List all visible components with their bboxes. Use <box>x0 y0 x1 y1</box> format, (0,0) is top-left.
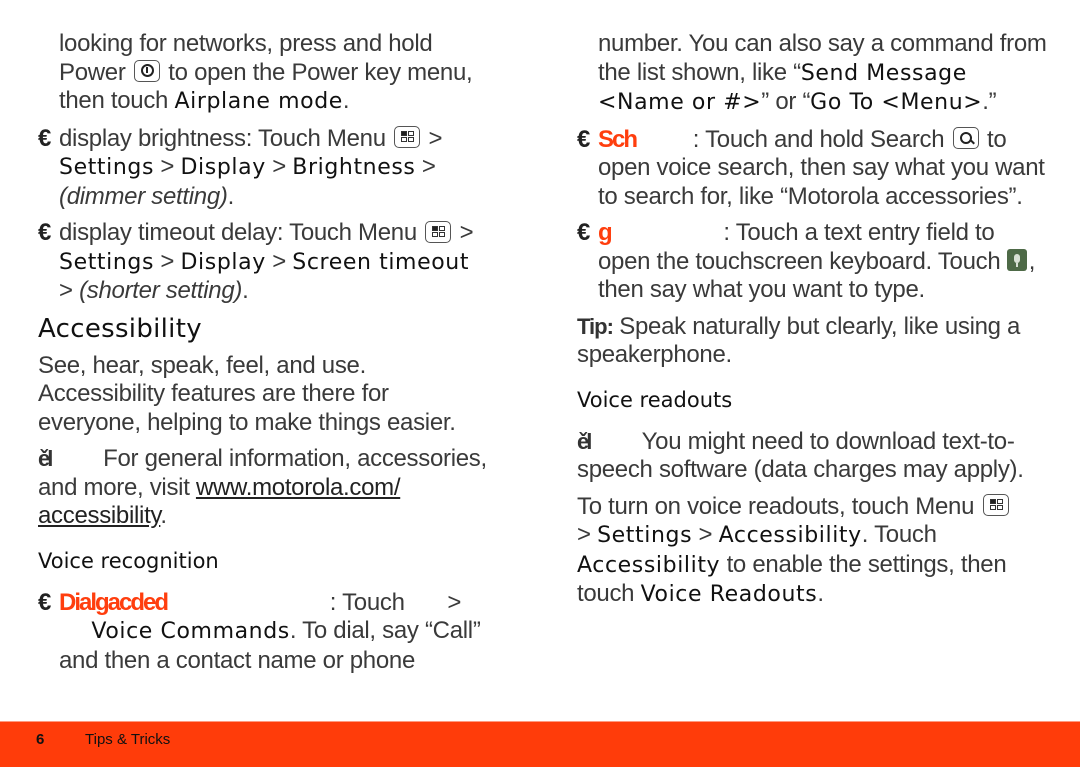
page-footer: 6 Tips & Tricks <box>0 721 1080 767</box>
bullet-voice-search: € Sch : Touch and hold Search to open vo… <box>577 126 1047 212</box>
footer-section-title: Tips & Tricks <box>85 731 171 748</box>
power-key-icon <box>133 60 160 83</box>
menu-key-icon <box>394 126 421 149</box>
search-key-icon <box>952 127 979 150</box>
path-settings: Settings <box>59 155 155 180</box>
menu-key-icon <box>982 494 1009 517</box>
separator: > <box>160 153 175 180</box>
note-paragraph: ěl For general information, accessories,… <box>38 445 487 529</box>
text: display brightness: Touch Menu <box>59 124 386 152</box>
separator: > <box>272 153 286 180</box>
path-display: Display <box>180 155 266 180</box>
menu-key-icon <box>425 220 452 243</box>
note-label: ěl <box>577 428 592 454</box>
path-settings: Settings <box>59 249 155 275</box>
text: then touch <box>59 87 169 114</box>
airplane-mode-label: Airplane mode <box>174 89 343 114</box>
separator: > <box>59 277 73 304</box>
bullet-display-timeout: € display timeout delay: Touch Menu > Se… <box>38 219 474 304</box>
airplane-paragraph: looking for networks, press and hold Pow… <box>59 30 473 114</box>
separator: > <box>272 247 286 275</box>
note-label: ěl <box>38 446 53 471</box>
accessibility-option: Accessibility <box>577 552 721 578</box>
bullet-voice-text-entry: € g : Touch a text entry field to open t… <box>577 219 1047 305</box>
separator: > <box>698 521 713 548</box>
separator: > <box>447 588 462 616</box>
tip-paragraph: Tip: Speak naturally but clearly, like u… <box>577 313 1047 370</box>
text: ” or “ <box>761 88 811 115</box>
text: : Touch a text entry field to open the t… <box>598 219 1001 275</box>
voice-search-label: Sch <box>598 125 638 153</box>
page-number: 6 <box>36 731 45 748</box>
setting-hint: (dimmer setting) <box>59 182 228 210</box>
text: : Touch <box>329 588 405 616</box>
bullet-icon: € <box>577 125 591 153</box>
text: You might need to download text-to-speec… <box>577 427 1024 484</box>
text: : Touch and hold Search <box>692 125 945 153</box>
text: Speak naturally but clearly, like using … <box>577 312 1021 369</box>
bullet-icon: € <box>577 219 591 246</box>
path-screen-timeout: Screen timeout <box>292 249 470 275</box>
voice-commands-label: Voice Commands <box>91 619 290 644</box>
note-paragraph: ěl You might need to download text-to-sp… <box>577 428 1047 485</box>
left-column: looking for networks, press and hold Pow… <box>38 30 518 683</box>
separator: > <box>459 219 474 246</box>
text: . Touch <box>861 521 937 548</box>
separator: > <box>577 521 591 548</box>
text: .” <box>982 88 997 115</box>
voice-recognition-title: Voice recognition <box>38 548 219 573</box>
text: Power <box>59 58 126 86</box>
text: looking for networks, press and hold <box>59 30 433 57</box>
go-to-command: Go To <Menu> <box>810 90 983 115</box>
path-accessibility: Accessibility <box>718 523 862 548</box>
voice-readouts-title: Voice readouts <box>577 387 733 412</box>
voice-text-entry-label: g <box>598 219 613 246</box>
text: To turn on voice readouts, touch Menu <box>577 492 975 520</box>
text: . <box>817 580 824 607</box>
tip-label: Tip: <box>577 313 614 339</box>
microphone-icon <box>1006 249 1027 272</box>
separator: > <box>160 247 175 275</box>
section-title: Accessibility <box>38 313 202 344</box>
intro-paragraph: See, hear, speak, feel, and use. Accessi… <box>38 351 456 436</box>
commands-paragraph: number. You can also say a command from … <box>577 30 1047 118</box>
bullet-icon: € <box>38 124 52 152</box>
text: display timeout delay: Touch Menu <box>59 219 417 246</box>
voice-readouts-option: Voice Readouts <box>640 582 818 607</box>
path-display: Display <box>180 249 266 275</box>
bullet-icon: € <box>38 588 52 616</box>
voice-dialing-label: Dialgacded <box>59 588 169 616</box>
bullet-voice-dialing: € Dialgacded : Touch > Voice Commands. T… <box>38 589 518 676</box>
bullet-icon: € <box>38 219 52 246</box>
bullet-display-brightness: € display brightness: Touch Menu > Setti… <box>38 124 443 210</box>
setting-hint: (shorter setting) <box>79 277 243 304</box>
readouts-paragraph: To turn on voice readouts, touch Menu > … <box>577 493 1047 610</box>
separator: > <box>428 124 443 152</box>
text: to open the Power key menu, <box>168 58 473 86</box>
separator: > <box>421 153 436 180</box>
path-brightness: Brightness <box>292 155 416 180</box>
right-column: number. You can also say a command from … <box>577 30 1047 618</box>
path-settings: Settings <box>597 523 693 548</box>
